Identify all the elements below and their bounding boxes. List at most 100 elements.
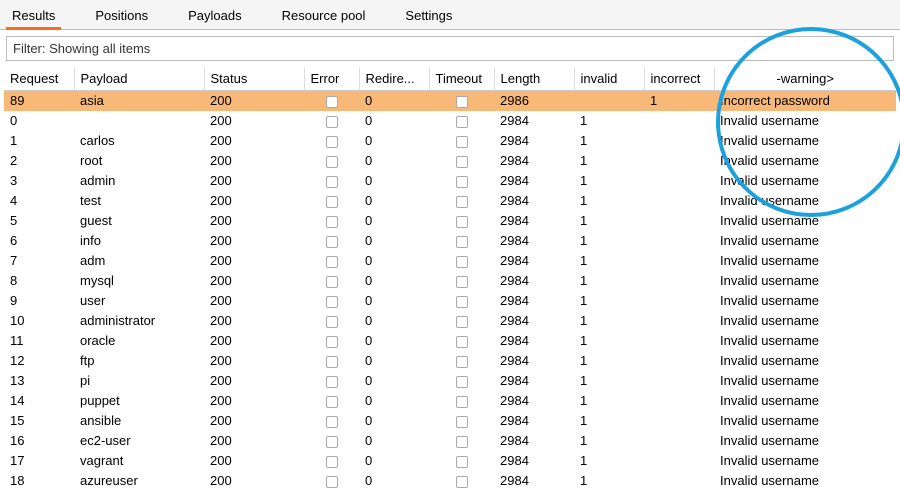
tab-results[interactable]: Results	[8, 4, 59, 29]
cell-length: 2984	[494, 471, 574, 491]
cell-payload: administrator	[74, 311, 204, 331]
table-row[interactable]: 4test200029841Invalid username	[4, 191, 896, 211]
cell-warning: Invalid username	[714, 171, 896, 191]
cell-request: 9	[4, 291, 74, 311]
table-row[interactable]: 15ansible200029841Invalid username	[4, 411, 896, 431]
tab-settings[interactable]: Settings	[401, 4, 456, 29]
cell-payload: azureuser	[74, 471, 204, 491]
cell-length: 2984	[494, 271, 574, 291]
cell-payload: pi	[74, 371, 204, 391]
cell-warning: Invalid username	[714, 231, 896, 251]
cell-request: 6	[4, 231, 74, 251]
col-warning[interactable]: -warning>	[714, 67, 896, 91]
col-invalid[interactable]: invalid	[574, 67, 644, 91]
cell-status: 200	[204, 451, 304, 471]
cell-request: 89	[4, 91, 74, 111]
cell-payload: root	[74, 151, 204, 171]
cell-request: 0	[4, 111, 74, 131]
cell-error	[304, 351, 359, 371]
filter-bar[interactable]: Filter: Showing all items	[6, 36, 894, 61]
cell-request: 5	[4, 211, 74, 231]
cell-error	[304, 211, 359, 231]
cell-timeout	[429, 351, 494, 371]
timeout-checkbox-icon	[456, 256, 468, 268]
cell-incorrect	[644, 211, 714, 231]
cell-incorrect	[644, 471, 714, 491]
cell-request: 10	[4, 311, 74, 331]
col-status[interactable]: Status	[204, 67, 304, 91]
cell-error	[304, 451, 359, 471]
cell-invalid: 1	[574, 451, 644, 471]
cell-timeout	[429, 171, 494, 191]
table-row[interactable]: 13pi200029841Invalid username	[4, 371, 896, 391]
col-incorrect[interactable]: incorrect	[644, 67, 714, 91]
tab-payloads[interactable]: Payloads	[184, 4, 245, 29]
timeout-checkbox-icon	[456, 436, 468, 448]
cell-warning: Invalid username	[714, 131, 896, 151]
cell-request: 16	[4, 431, 74, 451]
cell-timeout	[429, 191, 494, 211]
table-row[interactable]: 9user200029841Invalid username	[4, 291, 896, 311]
intruder-tabs: Results Positions Payloads Resource pool…	[0, 0, 900, 30]
cell-invalid: 1	[574, 151, 644, 171]
timeout-checkbox-icon	[456, 176, 468, 188]
cell-status: 200	[204, 131, 304, 151]
cell-incorrect: 1	[644, 91, 714, 111]
cell-incorrect	[644, 431, 714, 451]
table-row[interactable]: 0200029841Invalid username	[4, 111, 896, 131]
cell-incorrect	[644, 171, 714, 191]
cell-request: 11	[4, 331, 74, 351]
cell-request: 3	[4, 171, 74, 191]
table-row[interactable]: 11oracle200029841Invalid username	[4, 331, 896, 351]
tab-resource-pool[interactable]: Resource pool	[278, 4, 370, 29]
table-row[interactable]: 7adm200029841Invalid username	[4, 251, 896, 271]
timeout-checkbox-icon	[456, 456, 468, 468]
cell-length: 2984	[494, 211, 574, 231]
table-row[interactable]: 2root200029841Invalid username	[4, 151, 896, 171]
timeout-checkbox-icon	[456, 156, 468, 168]
table-row[interactable]: 10administrator200029841Invalid username	[4, 311, 896, 331]
table-row[interactable]: 12ftp200029841Invalid username	[4, 351, 896, 371]
table-row[interactable]: 89asia200029861Incorrect password	[4, 91, 896, 111]
cell-timeout	[429, 431, 494, 451]
cell-redirects: 0	[359, 391, 429, 411]
col-error[interactable]: Error	[304, 67, 359, 91]
table-row[interactable]: 3admin200029841Invalid username	[4, 171, 896, 191]
cell-warning: Invalid username	[714, 471, 896, 491]
cell-status: 200	[204, 231, 304, 251]
table-row[interactable]: 5guest200029841Invalid username	[4, 211, 896, 231]
col-length[interactable]: Length	[494, 67, 574, 91]
error-checkbox-icon	[326, 216, 338, 228]
cell-error	[304, 371, 359, 391]
error-checkbox-icon	[326, 416, 338, 428]
cell-timeout	[429, 251, 494, 271]
timeout-checkbox-icon	[456, 196, 468, 208]
error-checkbox-icon	[326, 296, 338, 308]
table-row[interactable]: 1carlos200029841Invalid username	[4, 131, 896, 151]
cell-incorrect	[644, 131, 714, 151]
error-checkbox-icon	[326, 236, 338, 248]
cell-payload: oracle	[74, 331, 204, 351]
table-row[interactable]: 6info200029841Invalid username	[4, 231, 896, 251]
cell-incorrect	[644, 351, 714, 371]
cell-payload: vagrant	[74, 451, 204, 471]
col-timeout[interactable]: Timeout	[429, 67, 494, 91]
table-row[interactable]: 8mysql200029841Invalid username	[4, 271, 896, 291]
table-row[interactable]: 14puppet200029841Invalid username	[4, 391, 896, 411]
cell-payload: ec2-user	[74, 431, 204, 451]
tab-positions[interactable]: Positions	[91, 4, 152, 29]
cell-redirects: 0	[359, 451, 429, 471]
col-request[interactable]: Request	[4, 67, 74, 91]
col-payload[interactable]: Payload	[74, 67, 204, 91]
cell-incorrect	[644, 231, 714, 251]
col-redirects[interactable]: Redire...	[359, 67, 429, 91]
cell-timeout	[429, 371, 494, 391]
table-row[interactable]: 16ec2-user200029841Invalid username	[4, 431, 896, 451]
table-row[interactable]: 18azureuser200029841Invalid username	[4, 471, 896, 491]
cell-request: 7	[4, 251, 74, 271]
cell-payload: info	[74, 231, 204, 251]
cell-status: 200	[204, 211, 304, 231]
cell-length: 2984	[494, 171, 574, 191]
table-row[interactable]: 17vagrant200029841Invalid username	[4, 451, 896, 471]
cell-redirects: 0	[359, 371, 429, 391]
